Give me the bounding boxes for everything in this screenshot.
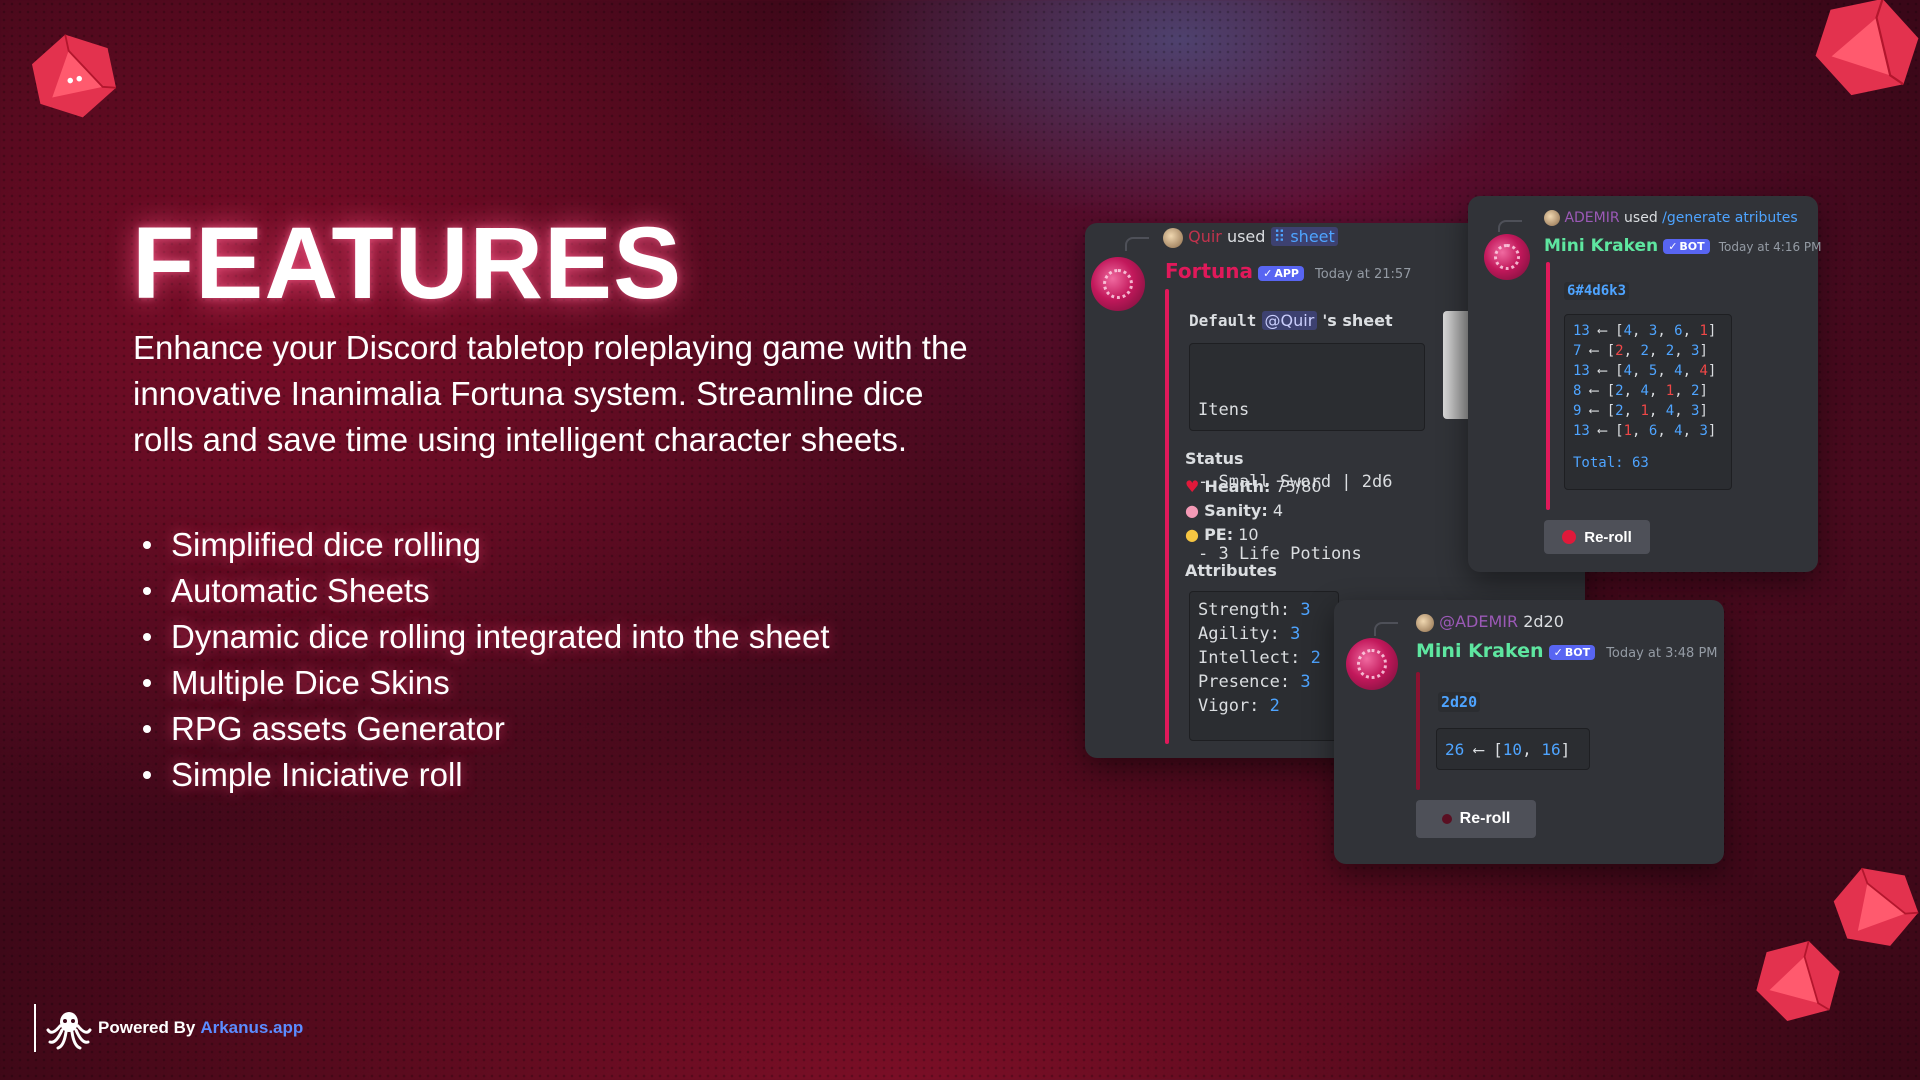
reply-username[interactable]: @ADEMIR bbox=[1439, 612, 1518, 631]
reply-connector bbox=[1374, 622, 1398, 636]
roll-row: 13 ⟵ [4, 5, 4, 4] bbox=[1573, 363, 1717, 379]
reply-connector bbox=[1125, 237, 1149, 251]
items-codeblock: Itens - Small Sword | 2d6 - 3 Life Potio… bbox=[1189, 343, 1425, 564]
brain-icon: ● bbox=[1185, 501, 1199, 520]
roll-row: 8 ⟵ [2, 4, 1, 2] bbox=[1573, 383, 1708, 399]
list-item: Simplified dice rolling bbox=[133, 522, 830, 568]
reply-avatar bbox=[1163, 227, 1183, 248]
roll-row: 13 ⟵ [1, 6, 4, 3] bbox=[1573, 423, 1717, 439]
reply-connector bbox=[1498, 220, 1522, 232]
roll-row: 13 ⟵ [4, 3, 6, 1] bbox=[1573, 323, 1717, 339]
roll-result-codeblock: 26 ⟵ [10, 16] bbox=[1436, 728, 1590, 770]
d20-die-icon bbox=[1815, 0, 1919, 96]
features-list: Simplified dice rolling Automatic Sheets… bbox=[133, 522, 830, 798]
bullet-icon bbox=[143, 679, 151, 687]
reply-header: ADEMIR used /generate atributes bbox=[1544, 210, 1798, 226]
status-list: ♥ Health: 75/80 ● Sanity: 4 ● PE: 10 bbox=[1185, 477, 1322, 544]
message-header: Mini Kraken ✓ BOT Today at 4:16 PM bbox=[1544, 236, 1822, 256]
timestamp: Today at 3:48 PM bbox=[1606, 646, 1718, 661]
fortuna-avatar[interactable] bbox=[1091, 257, 1145, 311]
roll-row: 9 ⟵ [2, 1, 4, 3] bbox=[1573, 403, 1708, 419]
bot-badge: ✓ BOT bbox=[1548, 645, 1596, 660]
list-item: Multiple Dice Skins bbox=[133, 660, 830, 706]
footer: Powered By Arkanus.app bbox=[34, 1004, 303, 1052]
bullet-icon bbox=[143, 633, 151, 641]
roll-total: Total: 63 bbox=[1573, 455, 1649, 471]
embed-accent-bar bbox=[1165, 289, 1169, 744]
attributes-title: Attributes bbox=[1185, 561, 1277, 580]
generate-attributes-message: ADEMIR used /generate atributes Mini Kra… bbox=[1468, 196, 1822, 572]
status-title: Status bbox=[1185, 449, 1244, 468]
embed-accent-bar bbox=[1416, 672, 1420, 790]
message-header: Fortuna ✓ APP Today at 21:57 bbox=[1165, 259, 1411, 283]
reroll-button[interactable]: Re-roll bbox=[1416, 800, 1536, 838]
mini-kraken-avatar[interactable] bbox=[1346, 638, 1398, 690]
d20-die-top-left bbox=[17, 21, 130, 131]
sheet-title: Default @Quir 's sheet bbox=[1189, 311, 1393, 330]
slash-command[interactable]: /generate atributes bbox=[1662, 210, 1797, 226]
features-description: Enhance your Discord tabletop roleplayin… bbox=[133, 329, 968, 458]
arkanus-link[interactable]: Arkanus.app bbox=[200, 1018, 303, 1038]
rolls-codeblock: 13 ⟵ [4, 3, 6, 1] 7 ⟵ [2, 2, 2, 3] 13 ⟵ [4… bbox=[1564, 314, 1732, 490]
embed-accent-bar bbox=[1546, 262, 1550, 510]
sheet-thumbnail bbox=[1443, 311, 1471, 419]
roll-2d20-message: @ADEMIR 2d20 Mini Kraken ✓ BOT Today at … bbox=[1334, 600, 1724, 864]
d20-die-icon bbox=[31, 34, 117, 118]
app-badge: ✓ APP bbox=[1258, 266, 1304, 281]
heart-icon: ♥ bbox=[1185, 477, 1200, 496]
bullet-icon bbox=[143, 771, 151, 779]
d20-die-bottom-right-2 bbox=[1742, 926, 1854, 1037]
timestamp: Today at 21:57 bbox=[1315, 267, 1412, 282]
attributes-codeblock: Strength: 3 Agility: 3 Intellect: 2 Pres… bbox=[1189, 591, 1339, 741]
mini-kraken-avatar[interactable] bbox=[1484, 234, 1530, 280]
bullet-icon bbox=[143, 725, 151, 733]
reply-username[interactable]: ADEMIR bbox=[1564, 210, 1619, 226]
dark-dot-icon bbox=[1441, 814, 1452, 824]
thinking-face-icon: ● bbox=[1185, 525, 1199, 544]
list-item: Dynamic dice rolling integrated into the… bbox=[133, 614, 830, 660]
timestamp: Today at 4:16 PM bbox=[1718, 240, 1822, 254]
reply-avatar bbox=[1416, 613, 1434, 632]
list-item: Automatic Sheets bbox=[133, 568, 830, 614]
reroll-button[interactable]: Re-roll bbox=[1544, 520, 1650, 554]
author-name[interactable]: Mini Kraken bbox=[1416, 640, 1544, 662]
powered-by-label: Powered By bbox=[98, 1018, 196, 1037]
list-item: RPG assets Generator bbox=[133, 706, 830, 752]
user-mention[interactable]: @Quir bbox=[1261, 311, 1318, 330]
bullet-icon bbox=[143, 587, 151, 595]
reply-header: Quir used ⠿ sheet bbox=[1163, 227, 1338, 248]
roll-expression: 6#4d6k3 bbox=[1564, 282, 1630, 300]
roll-row: 7 ⟵ [2, 2, 2, 3] bbox=[1573, 343, 1708, 359]
slash-command[interactable]: ⠿ sheet bbox=[1270, 227, 1338, 246]
arkanus-logo-icon bbox=[46, 1012, 92, 1050]
author-name[interactable]: Fortuna bbox=[1165, 259, 1253, 283]
roll-expression: 2d20 bbox=[1438, 692, 1481, 712]
bot-badge: ✓ BOT bbox=[1663, 239, 1710, 254]
list-item: Simple Iniciative roll bbox=[133, 752, 830, 798]
reply-avatar bbox=[1544, 210, 1560, 226]
bullet-icon bbox=[143, 541, 151, 549]
author-name[interactable]: Mini Kraken bbox=[1544, 236, 1658, 256]
grid-icon: ⠿ bbox=[1273, 227, 1286, 246]
reply-username[interactable]: Quir bbox=[1188, 227, 1222, 246]
message-header: Mini Kraken ✓ BOT Today at 3:48 PM bbox=[1416, 640, 1718, 662]
page-title: FEATURES bbox=[132, 206, 683, 320]
d20-die-top-right bbox=[1798, 0, 1920, 116]
d20-die-icon bbox=[1756, 940, 1840, 1021]
reply-header: @ADEMIR 2d20 bbox=[1416, 612, 1564, 632]
red-dot-icon bbox=[1562, 530, 1577, 544]
